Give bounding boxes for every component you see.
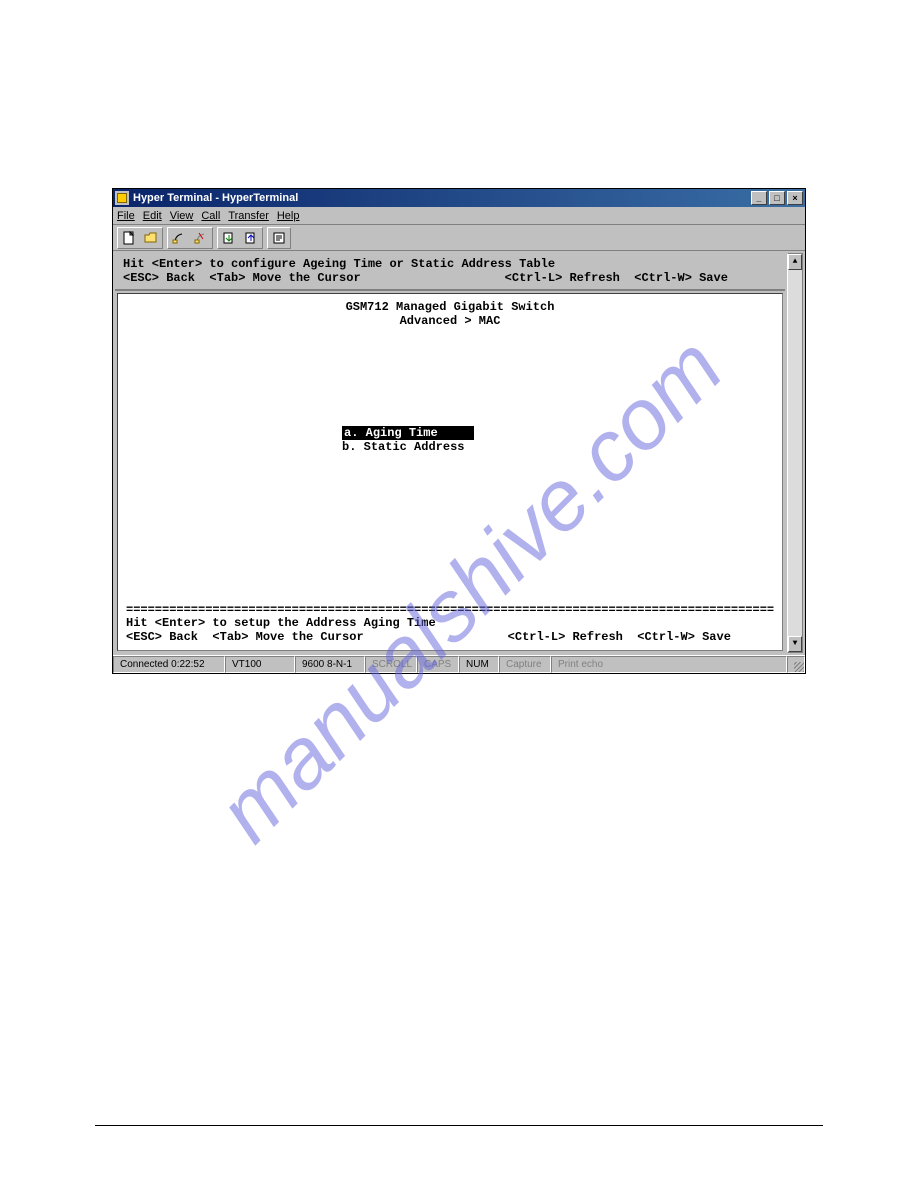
open-folder-icon xyxy=(144,231,158,245)
vertical-scrollbar[interactable]: ▲ ▼ xyxy=(787,253,803,653)
properties-icon xyxy=(272,231,286,245)
page-footer xyxy=(95,1125,823,1132)
titlebar-text: Hyper Terminal - HyperTerminal xyxy=(133,192,751,204)
send-icon xyxy=(222,231,236,245)
foot-line-2: <ESC> Back <Tab> Move the Cursor <Ctrl-L… xyxy=(126,630,731,644)
foot-line-1: Hit <Enter> to setup the Address Aging T… xyxy=(126,616,436,630)
hint-line-2: <ESC> Back <Tab> Move the Cursor <Ctrl-L… xyxy=(123,271,728,285)
status-num: NUM xyxy=(459,656,499,673)
receive-button[interactable] xyxy=(240,228,262,248)
app-icon xyxy=(115,191,129,205)
scroll-track[interactable] xyxy=(788,270,802,636)
breadcrumb: Advanced > MAC xyxy=(126,314,774,328)
maximize-button[interactable]: □ xyxy=(769,191,785,205)
hyperterminal-window: Hyper Terminal - HyperTerminal _ □ × Fil… xyxy=(112,188,806,674)
connect-button[interactable] xyxy=(168,228,190,248)
scroll-up-button[interactable]: ▲ xyxy=(788,254,802,270)
menu-file[interactable]: File xyxy=(117,210,135,222)
status-scroll: SCROLL xyxy=(365,656,417,673)
menu-edit[interactable]: Edit xyxy=(143,210,162,222)
disconnect-icon xyxy=(194,231,208,245)
new-doc-button[interactable] xyxy=(118,228,140,248)
terminal-footer-hints: Hit <Enter> to setup the Address Aging T… xyxy=(118,616,782,650)
titlebar[interactable]: Hyper Terminal - HyperTerminal _ □ × xyxy=(113,189,805,207)
status-printecho: Print echo xyxy=(551,656,787,673)
disconnect-button[interactable] xyxy=(190,228,212,248)
status-emulation: VT100 xyxy=(225,656,295,673)
menu-transfer[interactable]: Transfer xyxy=(228,210,269,222)
statusbar: Connected 0:22:52 VT100 9600 8-N-1 SCROL… xyxy=(113,655,805,673)
divider: ========================================… xyxy=(118,604,782,616)
send-button[interactable] xyxy=(218,228,240,248)
close-button[interactable]: × xyxy=(787,191,803,205)
connect-icon xyxy=(172,231,186,245)
terminal-body[interactable]: GSM712 Managed Gigabit SwitchAdvanced > … xyxy=(118,294,782,604)
menu-call[interactable]: Call xyxy=(201,210,220,222)
hint-line-1: Hit <Enter> to configure Ageing Time or … xyxy=(123,257,555,271)
status-settings: 9600 8-N-1 xyxy=(295,656,365,673)
status-capture: Capture xyxy=(499,656,551,673)
open-folder-button[interactable] xyxy=(140,228,162,248)
menu-item-aging-time[interactable]: a. Aging Time xyxy=(342,426,474,440)
minimize-button[interactable]: _ xyxy=(751,191,767,205)
toolbar xyxy=(113,225,805,251)
menu-item-static-address[interactable]: b. Static Address xyxy=(342,440,464,454)
properties-button[interactable] xyxy=(268,228,290,248)
menu-help[interactable]: Help xyxy=(277,210,300,222)
receive-icon xyxy=(244,231,258,245)
terminal-top-hints: Hit <Enter> to configure Ageing Time or … xyxy=(115,253,785,291)
menu-view[interactable]: View xyxy=(170,210,194,222)
device-title: GSM712 Managed Gigabit Switch xyxy=(126,300,774,314)
new-doc-icon xyxy=(122,231,136,245)
terminal-area: ▲ ▼ Hit <Enter> to configure Ageing Time… xyxy=(113,251,805,655)
status-caps: CAPS xyxy=(417,656,459,673)
scroll-down-button[interactable]: ▼ xyxy=(788,636,802,652)
menubar: File Edit View Call Transfer Help xyxy=(113,207,805,225)
status-connected: Connected 0:22:52 xyxy=(113,656,225,673)
resize-grip[interactable] xyxy=(787,656,805,673)
